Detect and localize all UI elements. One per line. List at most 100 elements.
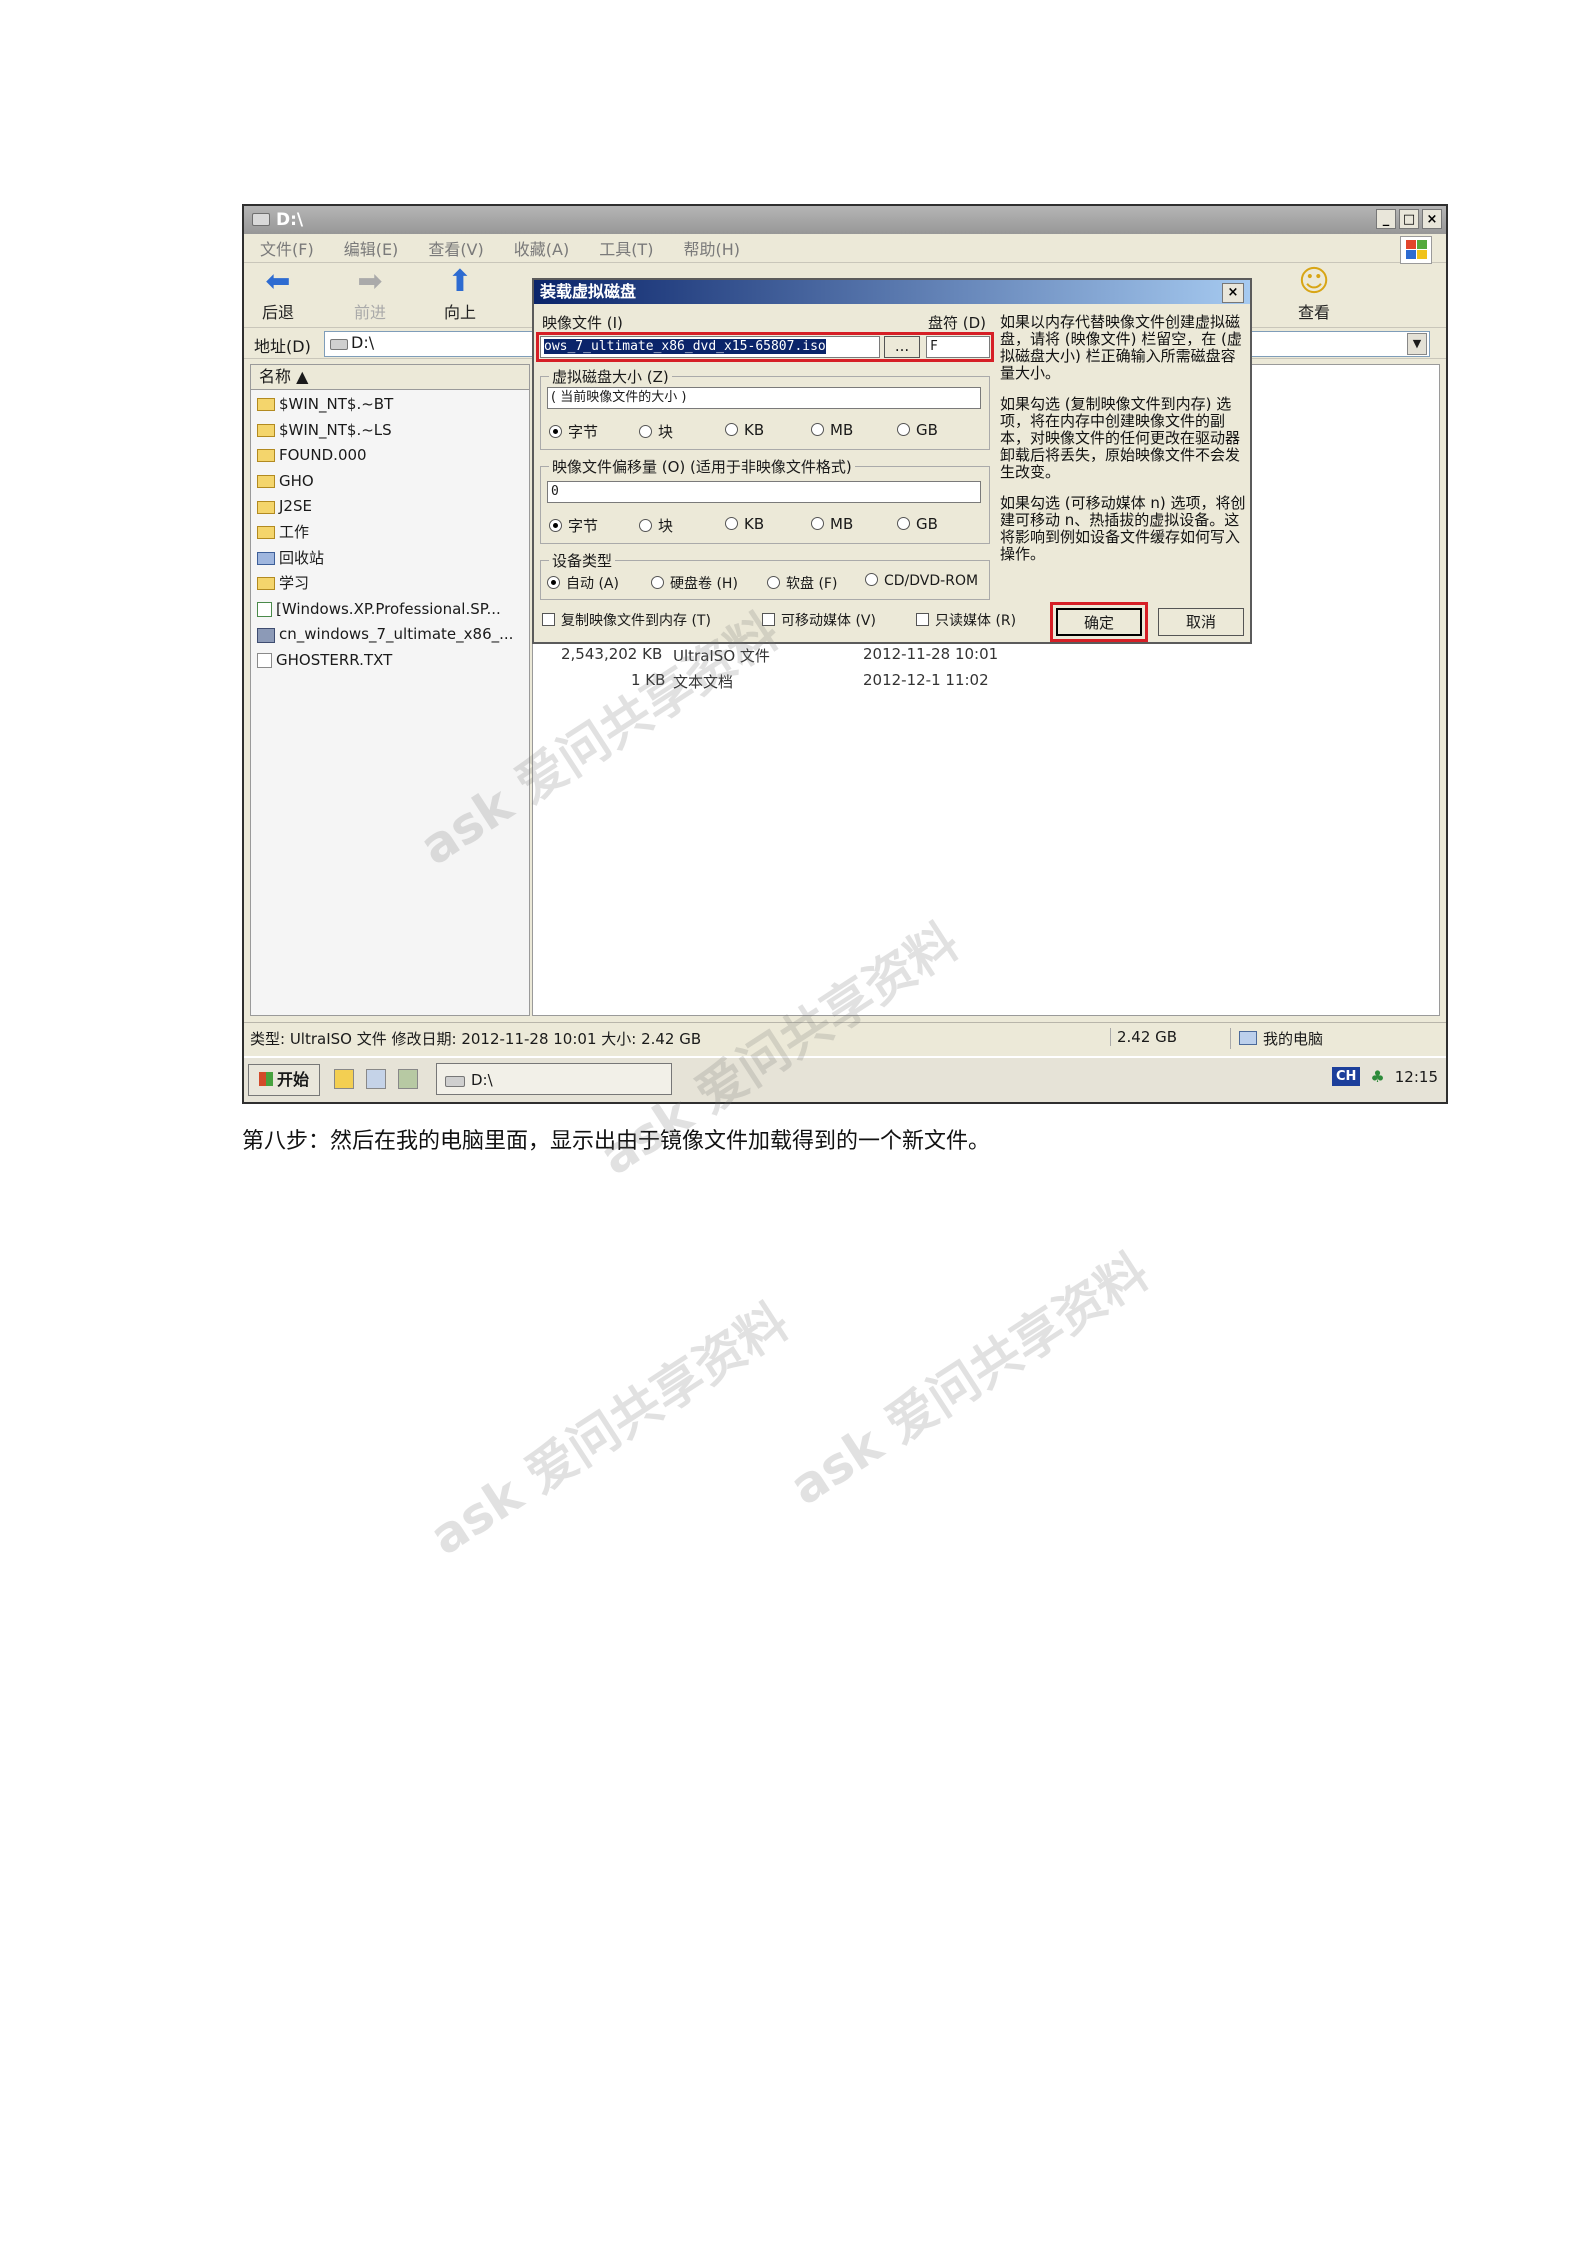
menu-view[interactable]: 查看(V) [428, 236, 483, 260]
forward-arrow-icon: ➡ [357, 264, 383, 299]
folder-icon [257, 577, 275, 591]
up-button[interactable]: ⬆ 向上 [430, 265, 490, 323]
address-label: 地址(D) [254, 337, 311, 356]
offset-group-label: 映像文件偏移量 (O) (适用于非映像文件格式) [549, 456, 855, 477]
forward-label: 前进 [353, 303, 386, 322]
computer-icon [1239, 1031, 1257, 1045]
file-name-column: 名称 ▲ $WIN_NT$.~BT $WIN_NT$.~LS FOUND.000… [250, 364, 530, 1016]
window-title-bar[interactable]: D:\ _ □ × [244, 206, 1446, 234]
help-paragraph: 如果勾选 (复制映像文件到内存) 选项，将在内存中创建映像文件的副本，对映像文件… [1000, 395, 1241, 481]
unit-radio[interactable]: 字节 [549, 421, 598, 442]
address-value: D:\ [351, 333, 375, 352]
view-label: 查看 [1297, 303, 1330, 322]
list-item[interactable]: $WIN_NT$.~BT [257, 392, 529, 418]
text-file-icon [257, 653, 272, 669]
unit-radio[interactable]: 字节 [549, 515, 598, 536]
back-label: 后退 [261, 303, 294, 322]
folder-icon [257, 526, 275, 540]
browse-button[interactable]: ... [884, 336, 920, 358]
list-item[interactable]: $WIN_NT$.~LS [257, 418, 529, 444]
copy-to-memory-checkbox[interactable]: 复制映像文件到内存 (T) [542, 610, 711, 630]
list-item[interactable]: 学习 [257, 571, 529, 597]
drive-icon [252, 213, 270, 226]
drive-icon [445, 1076, 465, 1087]
chevron-down-icon[interactable]: ▼ [1407, 333, 1427, 355]
list-item[interactable]: cn_windows_7_ultimate_x86_... [257, 622, 529, 648]
drive-letter-input[interactable]: F [926, 336, 990, 358]
detail-size: 2,543,202 KB [561, 645, 663, 663]
list-item[interactable]: J2SE [257, 494, 529, 520]
back-button[interactable]: ⬅ 后退 [248, 265, 308, 323]
list-item[interactable]: GHO [257, 469, 529, 495]
detail-type: UltraISO 文件 [673, 647, 770, 665]
folder-icon [257, 500, 275, 514]
menu-bar: 文件(F) 编辑(E) 查看(V) 收藏(A) 工具(T) 帮助(H) [244, 234, 1446, 263]
readonly-checkbox[interactable]: 只读媒体 (R) [916, 610, 1016, 630]
menu-favorites[interactable]: 收藏(A) [514, 236, 569, 260]
dialog-close-button[interactable]: × [1222, 283, 1244, 303]
close-button[interactable]: × [1422, 209, 1442, 229]
status-size: 2.42 GB [1110, 1028, 1177, 1046]
help-text: 如果以内存代替映像文件创建虚拟磁盘，请将 (映像文件) 栏留空，在 (虚拟磁盘大… [1000, 314, 1246, 577]
unit-radio[interactable]: 块 [639, 515, 673, 536]
quick-launch-icon[interactable] [398, 1069, 418, 1089]
cancel-button[interactable]: 取消 [1158, 608, 1244, 636]
recycle-bin-icon [257, 551, 275, 565]
column-header-name[interactable]: 名称 ▲ [251, 365, 529, 390]
unit-radio[interactable]: KB [725, 421, 764, 439]
unit-radio[interactable]: 块 [639, 421, 673, 442]
view-button[interactable]: ☺ 查看 [1284, 265, 1344, 323]
offset-group: 映像文件偏移量 (O) (适用于非映像文件格式) 0 字节 块 KB MB GB [540, 456, 990, 544]
forward-button[interactable]: ➡ 前进 [340, 265, 400, 323]
size-group: 虚拟磁盘大小 (Z) ( 当前映像文件的大小 ) 字节 块 KB MB GB [540, 366, 990, 450]
mount-virtual-disk-dialog: 装载虚拟磁盘 × 映像文件 (I) 盘符 (D) ows_7_ultimate_… [532, 278, 1252, 644]
help-paragraph: 如果勾选 (可移动媒体 n) 选项，将创建可移动 n、热插拔的虚拟设备。这将影响… [1000, 494, 1246, 563]
view-icon: ☺ [1298, 264, 1330, 299]
image-file-input[interactable]: ows_7_ultimate_x86_dvd_x15-65807.iso [540, 336, 880, 358]
windows-flag-icon [258, 1072, 273, 1086]
maximize-button[interactable]: □ [1399, 209, 1419, 229]
device-radio[interactable]: 软盘 (F) [767, 573, 837, 593]
device-radio[interactable]: 自动 (A) [547, 573, 619, 593]
unit-radio[interactable]: MB [811, 421, 853, 439]
unit-radio[interactable]: GB [897, 515, 938, 533]
list-item[interactable]: 工作 [257, 520, 529, 546]
watermark: ask 爱问共享资料 [419, 1292, 799, 1567]
clock: 12:15 [1394, 1067, 1438, 1086]
detail-date: 2012-11-28 10:01 [863, 645, 999, 663]
screenshot: D:\ _ □ × 文件(F) 编辑(E) 查看(V) 收藏(A) 工具(T) … [242, 204, 1448, 1104]
device-radio[interactable]: 硬盘卷 (H) [651, 573, 738, 593]
menu-edit[interactable]: 编辑(E) [344, 236, 399, 260]
device-type-label: 设备类型 [549, 550, 616, 571]
status-info: 类型: UltraISO 文件 修改日期: 2012-11-28 10:01 大… [250, 1030, 702, 1048]
list-item[interactable]: [Windows.XP.Professional.SP... [257, 597, 529, 623]
list-item[interactable]: FOUND.000 [257, 443, 529, 469]
menu-file[interactable]: 文件(F) [260, 236, 314, 260]
offset-input[interactable]: 0 [547, 481, 981, 503]
list-item[interactable]: 回收站 [257, 546, 529, 572]
menu-tools[interactable]: 工具(T) [599, 236, 653, 260]
up-arrow-icon: ⬆ [447, 264, 473, 299]
status-bar: 类型: UltraISO 文件 修改日期: 2012-11-28 10:01 大… [244, 1022, 1446, 1051]
torrent-file-icon [257, 602, 272, 618]
list-item[interactable]: GHOSTERR.TXT [257, 648, 529, 674]
drive-letter-label: 盘符 (D) [928, 314, 987, 332]
start-button[interactable]: 开始 [248, 1064, 320, 1096]
menu-help[interactable]: 帮助(H) [683, 236, 740, 260]
quick-launch-icon[interactable] [334, 1069, 354, 1089]
detail-size: 1 KB [631, 671, 666, 689]
device-radio[interactable]: CD/DVD-ROM [865, 573, 978, 589]
status-location: 我的电脑 [1230, 1028, 1323, 1049]
minimize-button[interactable]: _ [1376, 209, 1396, 229]
ok-button[interactable]: 确定 [1056, 608, 1142, 636]
size-input[interactable]: ( 当前映像文件的大小 ) [547, 387, 981, 409]
removable-checkbox[interactable]: 可移动媒体 (V) [762, 610, 876, 630]
language-indicator[interactable]: CH [1332, 1067, 1361, 1086]
unit-radio[interactable]: KB [725, 515, 764, 533]
network-icon[interactable]: ♣ [1370, 1067, 1384, 1086]
unit-radio[interactable]: GB [897, 421, 938, 439]
iso-file-icon [257, 627, 275, 643]
unit-radio[interactable]: MB [811, 515, 853, 533]
taskbar-window-button[interactable]: D:\ [436, 1063, 672, 1095]
show-desktop-icon[interactable] [366, 1069, 386, 1089]
